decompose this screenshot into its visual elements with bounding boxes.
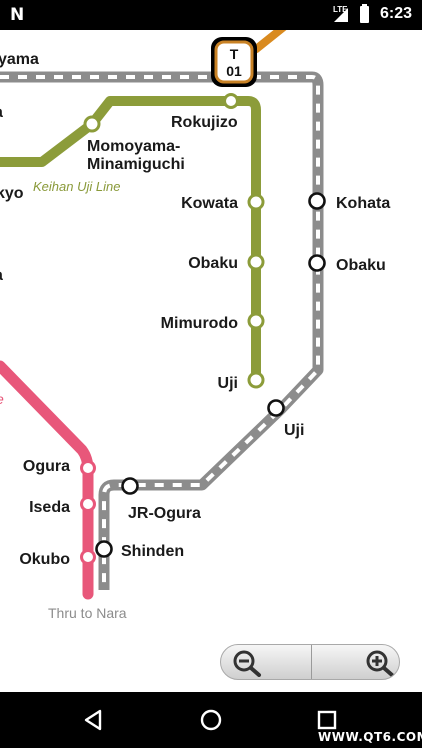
zoom-out-button[interactable] bbox=[221, 645, 311, 679]
orange-line bbox=[252, 30, 287, 54]
through-note: Thru to Nara bbox=[48, 605, 127, 621]
watermark: WWW.QT6.COM bbox=[318, 730, 422, 744]
label-mimurodo[interactable]: Mimurodo bbox=[161, 315, 239, 332]
station-marker-okubo[interactable] bbox=[80, 549, 96, 565]
route-map[interactable]: T 01 yama a kyo a e Keihan Uji Line Roku… bbox=[0, 30, 422, 692]
partial-label-2: a bbox=[0, 104, 3, 121]
home-icon[interactable] bbox=[197, 706, 225, 734]
station-marker-mimurodo[interactable] bbox=[247, 312, 265, 330]
station-marker-obaku-jr[interactable] bbox=[308, 254, 326, 272]
station-marker-iseda[interactable] bbox=[80, 496, 96, 512]
label-uji-jr[interactable]: Uji bbox=[284, 422, 304, 439]
label-iseda[interactable]: Iseda bbox=[29, 499, 70, 516]
zoom-out-icon bbox=[233, 650, 261, 677]
station-marker-uji-keihan[interactable] bbox=[247, 371, 265, 389]
label-obaku-jr[interactable]: Obaku bbox=[336, 257, 386, 274]
station-code-letter: T bbox=[230, 46, 239, 62]
zoom-control bbox=[220, 644, 400, 680]
partial-label-5: e bbox=[0, 391, 4, 407]
label-kowata[interactable]: Kowata bbox=[181, 195, 238, 212]
partial-label-1: yama bbox=[0, 51, 39, 68]
partial-label-3: kyo bbox=[0, 185, 24, 202]
station-marker-jr-ogura[interactable] bbox=[121, 477, 139, 495]
label-momoyama-1[interactable]: Momoyama- bbox=[87, 138, 180, 155]
zoom-in-icon bbox=[366, 650, 394, 677]
back-icon[interactable] bbox=[80, 706, 108, 734]
station-marker-momoyama[interactable] bbox=[83, 115, 101, 133]
n-notification-icon: N bbox=[10, 5, 25, 25]
station-code-marker[interactable]: T 01 bbox=[211, 37, 257, 87]
status-time: 6:23 bbox=[380, 5, 413, 22]
battery-icon bbox=[360, 4, 369, 23]
station-code-number: 01 bbox=[226, 63, 242, 79]
label-rokujizo[interactable]: Rokujizo bbox=[171, 114, 238, 131]
station-marker-obaku-keihan[interactable] bbox=[247, 253, 265, 271]
station-marker-kowata[interactable] bbox=[247, 193, 265, 211]
label-jr-ogura[interactable]: JR-Ogura bbox=[128, 505, 201, 522]
station-marker-kohata[interactable] bbox=[308, 192, 326, 210]
station-marker-ogura[interactable] bbox=[80, 460, 96, 476]
label-uji-keihan[interactable]: Uji bbox=[218, 375, 238, 392]
signal-icon bbox=[334, 8, 348, 22]
jr-stations bbox=[95, 192, 326, 558]
status-bar: N LTE 6:23 bbox=[0, 0, 422, 30]
label-kohata[interactable]: Kohata bbox=[336, 195, 390, 212]
station-marker-shinden[interactable] bbox=[95, 540, 113, 558]
zoom-in-button[interactable] bbox=[311, 645, 399, 679]
keihan-uji-line-label: Keihan Uji Line bbox=[33, 179, 120, 194]
station-marker-uji-jr[interactable] bbox=[267, 399, 285, 417]
partial-label-4: a bbox=[0, 267, 3, 284]
label-shinden[interactable]: Shinden bbox=[121, 543, 184, 560]
label-momoyama-2[interactable]: Minamiguchi bbox=[87, 156, 185, 173]
label-okubo[interactable]: Okubo bbox=[19, 551, 70, 568]
label-obaku-keihan[interactable]: Obaku bbox=[188, 255, 238, 272]
label-ogura[interactable]: Ogura bbox=[23, 458, 70, 475]
station-marker-rokujizo[interactable] bbox=[223, 93, 239, 109]
